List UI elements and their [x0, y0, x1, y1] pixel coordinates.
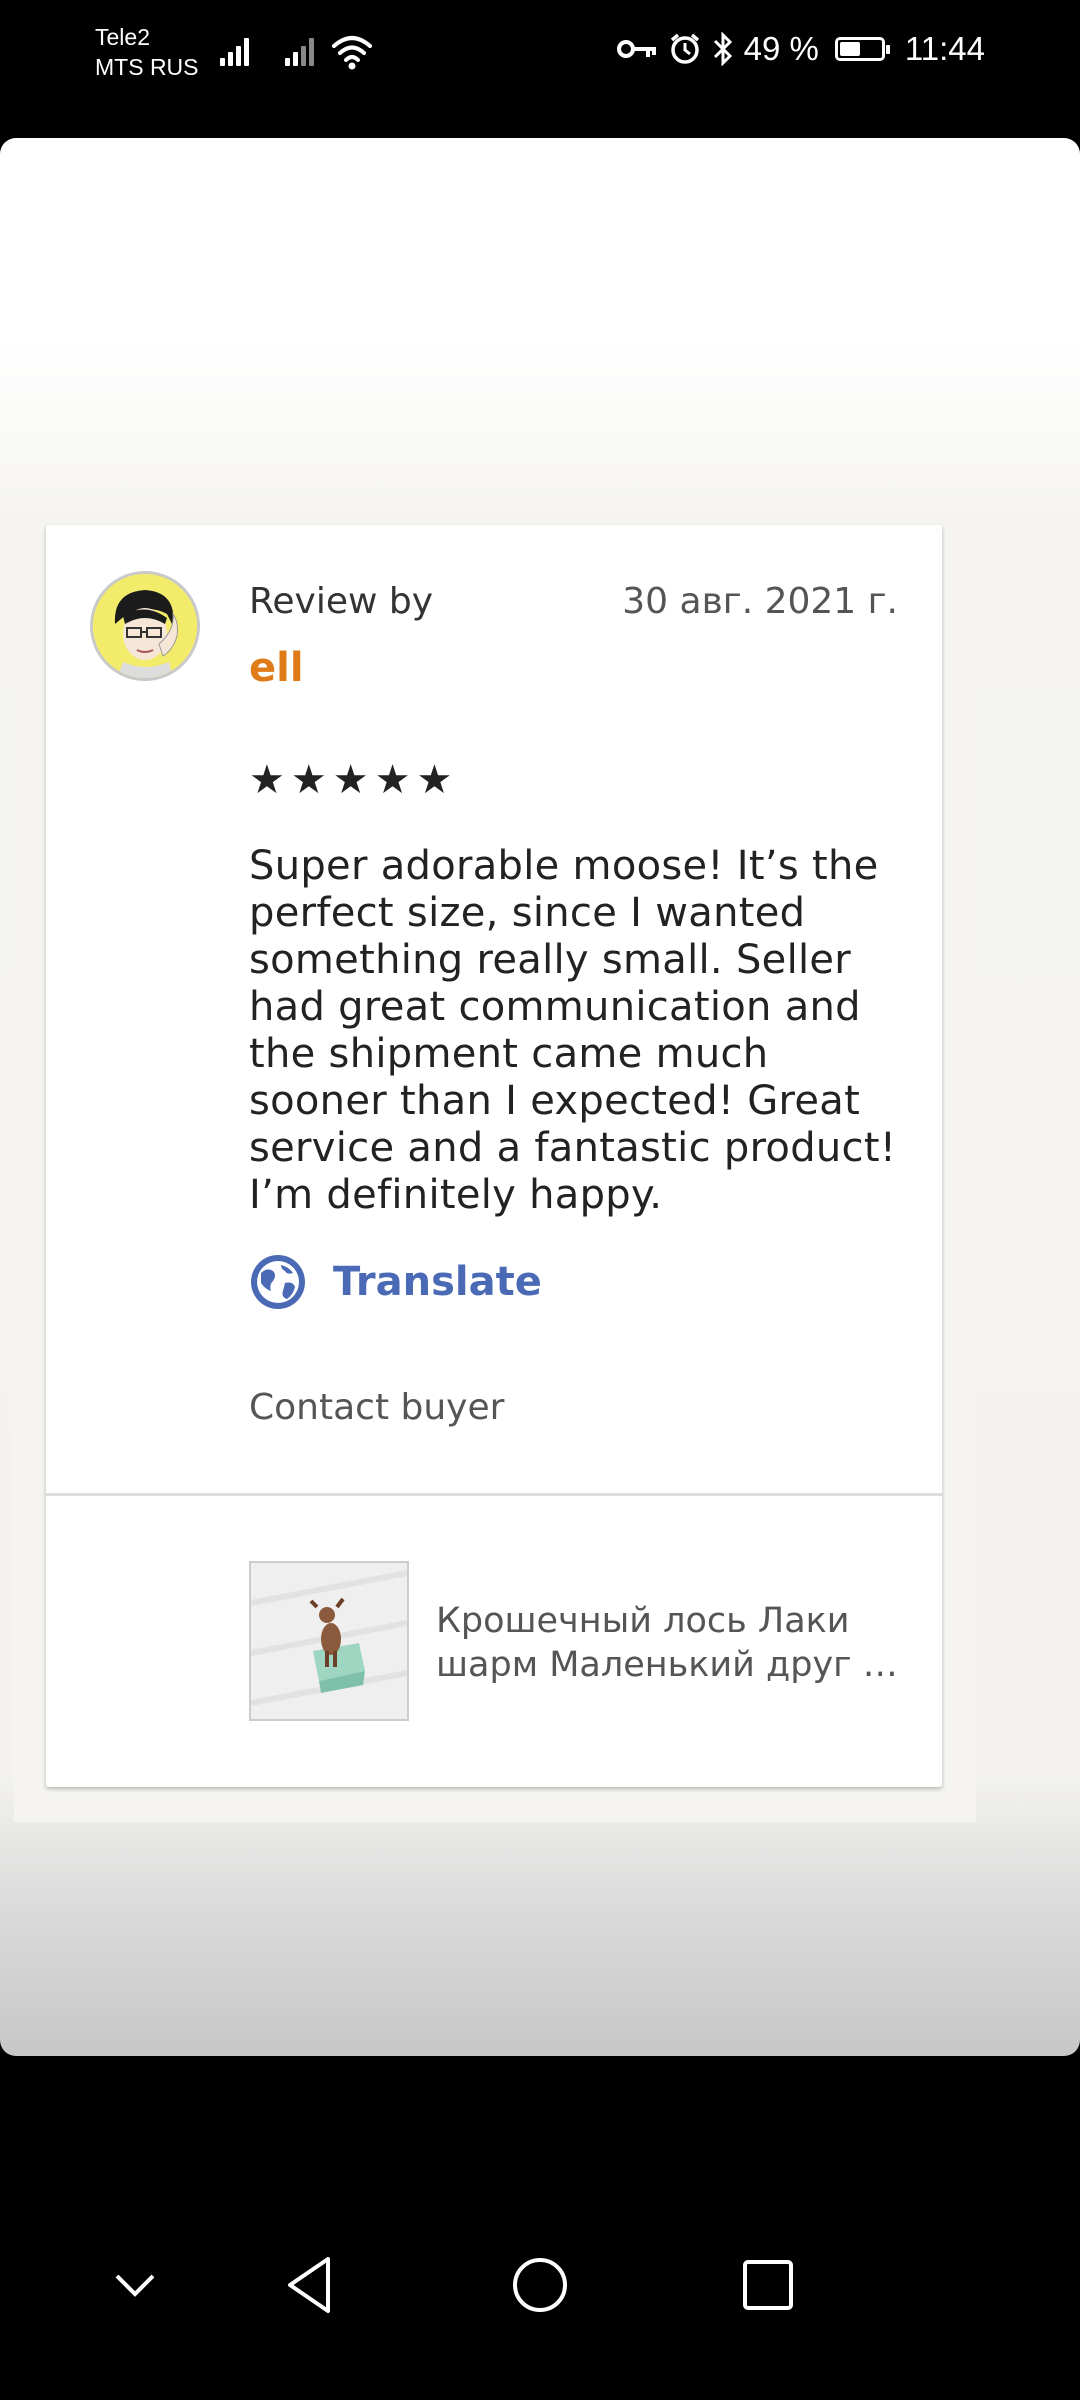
divider	[46, 1493, 942, 1496]
signal-icon-2	[285, 36, 319, 66]
reviewer-name[interactable]: ell	[249, 645, 304, 691]
carrier-name-1: Tele2	[95, 24, 150, 50]
clock: 11:44	[904, 30, 985, 67]
chevron-down-icon[interactable]	[95, 2245, 175, 2325]
listing-title[interactable]: Крошечный лось Лаки шарм Маленький друг …	[436, 1599, 906, 1687]
back-icon[interactable]	[270, 2245, 350, 2325]
home-icon[interactable]	[500, 2245, 580, 2325]
bluetooth-icon	[713, 32, 732, 66]
battery-fill	[839, 42, 860, 56]
translate-label: Translate	[333, 1259, 542, 1305]
wifi-icon	[332, 36, 372, 70]
alarm-icon	[670, 33, 699, 64]
listing-title-line-2: шарм Маленький друг д...	[436, 1645, 906, 1685]
review-card: Review by ell 30 авг. 2021 г. ★★★★★ Supe…	[46, 525, 942, 1787]
listing-title-line-1: Крошечный лось Лаки	[436, 1601, 850, 1641]
status-bar: Tele2 MTS RUS 49 % 11:44	[0, 0, 1080, 135]
moose-figurine-image	[251, 1563, 407, 1719]
star-rating: ★★★★★	[249, 757, 459, 803]
carrier-name-2: MTS RUS	[95, 54, 199, 80]
globe-icon	[251, 1255, 305, 1309]
reviewer-avatar[interactable]	[90, 571, 200, 681]
battery-percent: 49 %	[743, 30, 819, 67]
translate-button[interactable]: Translate	[249, 1253, 542, 1311]
listing-thumbnail[interactable]	[249, 1561, 409, 1721]
status-right: 49 % 11:44	[616, 30, 985, 68]
review-by-label: Review by	[249, 581, 434, 622]
review-text: Super adorable moose! It’s the perfect s…	[249, 843, 897, 1218]
recents-icon[interactable]	[728, 2245, 808, 2325]
battery-icon	[834, 37, 890, 61]
key-icon	[616, 40, 656, 58]
signal-icon	[220, 36, 254, 66]
navigation-bar	[0, 2200, 1080, 2400]
avatar-illustration	[93, 574, 197, 678]
carrier-info: Tele2 MTS RUS	[95, 22, 199, 82]
review-date: 30 авг. 2021 г.	[622, 581, 898, 622]
contact-buyer-link[interactable]: Contact buyer	[249, 1387, 504, 1428]
